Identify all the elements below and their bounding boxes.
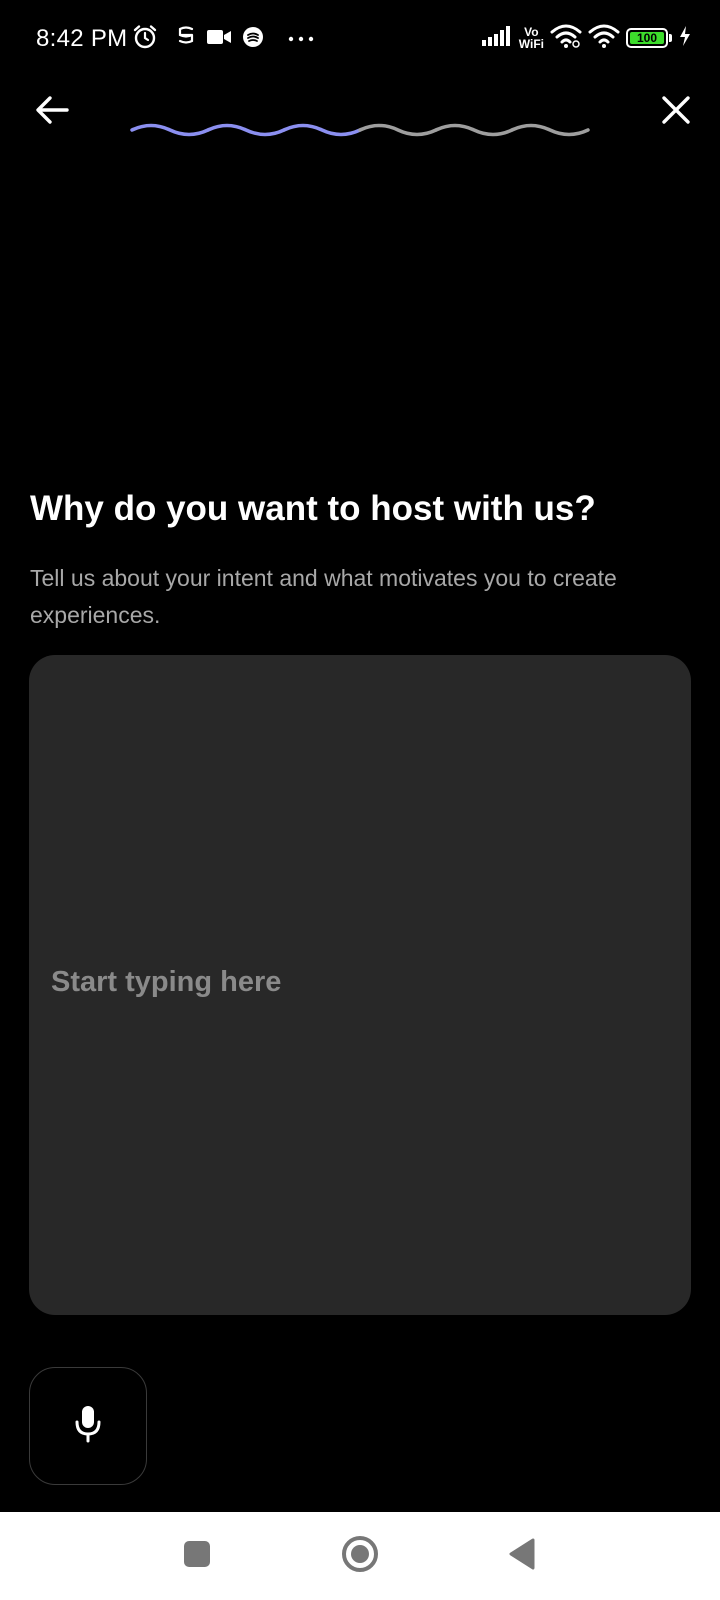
close-button[interactable] xyxy=(652,88,700,136)
nav-back-button[interactable] xyxy=(500,1534,544,1578)
microphone-icon xyxy=(73,1404,103,1449)
intent-input-box xyxy=(29,655,691,1315)
wifi-icon xyxy=(550,23,582,54)
battery-icon: 100 xyxy=(626,28,672,48)
circle-icon xyxy=(341,1535,379,1578)
video-camera-icon xyxy=(206,27,232,52)
signal-icon xyxy=(481,25,513,52)
progress-step-3 xyxy=(282,123,362,137)
status-icons-right: Vo WiFi 100 xyxy=(481,20,692,56)
notification-icon xyxy=(176,25,196,54)
progress-step-2 xyxy=(206,123,286,137)
charging-icon xyxy=(678,25,692,52)
home-button[interactable] xyxy=(338,1534,382,1578)
status-icons-left xyxy=(132,22,314,56)
progress-step-4 xyxy=(358,123,438,137)
status-time: 8:42 PM xyxy=(36,25,128,52)
system-nav-bar xyxy=(0,1512,720,1600)
battery-body: 100 xyxy=(626,28,668,48)
vowifi-bottom-text: WiFi xyxy=(518,37,544,51)
battery-level: 100 xyxy=(636,31,658,45)
back-button[interactable] xyxy=(28,88,76,136)
vowifi-icon: Vo WiFi xyxy=(519,26,544,50)
wifi-icon xyxy=(588,23,620,54)
intent-textarea[interactable] xyxy=(29,655,691,1315)
square-icon xyxy=(182,1539,212,1574)
progress-step-5 xyxy=(434,123,514,137)
triangle-back-icon xyxy=(507,1537,537,1576)
voice-input-button[interactable] xyxy=(29,1367,147,1485)
recents-button[interactable] xyxy=(175,1534,219,1578)
arrow-left-icon xyxy=(35,95,69,130)
page-subtitle: Tell us about your intent and what motiv… xyxy=(30,565,617,628)
page-title: Why do you want to host with us? xyxy=(30,489,596,528)
app-icon xyxy=(242,26,264,53)
more-dots-icon xyxy=(288,30,314,48)
progress-step-6 xyxy=(510,123,590,137)
status-bar: 8:42 PM Vo WiFi 100 xyxy=(0,0,720,78)
close-icon xyxy=(661,95,691,130)
progress-indicator xyxy=(130,123,590,137)
battery-cap xyxy=(669,34,672,42)
alarm-icon xyxy=(132,24,158,55)
progress-step-1 xyxy=(130,123,210,137)
